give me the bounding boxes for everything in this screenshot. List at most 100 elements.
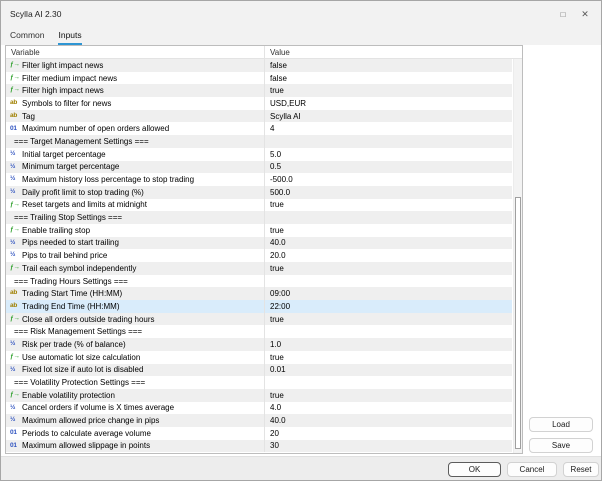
table-row[interactable]: 01 Periods to calculate average volume 20 bbox=[6, 426, 512, 440]
ok-button[interactable]: OK bbox=[448, 462, 501, 477]
row-variable-label: Pips needed to start trailing bbox=[22, 238, 119, 248]
row-value[interactable]: 4.0 bbox=[265, 403, 512, 412]
row-value[interactable]: 500.0 bbox=[265, 188, 512, 197]
row-value[interactable]: 20.0 bbox=[265, 251, 512, 260]
close-icon[interactable]: ✕ bbox=[577, 6, 593, 22]
row-value[interactable]: false bbox=[265, 61, 512, 70]
title-bar: Scylla AI 2.30 □ ✕ bbox=[1, 1, 601, 27]
table-row[interactable]: ½ Risk per trade (% of balance) 1.0 bbox=[6, 338, 512, 351]
string-input-icon: ab bbox=[10, 302, 17, 310]
row-value[interactable]: true bbox=[265, 86, 512, 95]
row-value[interactable]: 0.5 bbox=[265, 162, 512, 171]
row-value[interactable]: true bbox=[265, 226, 512, 235]
bool-input-icon: ƒ→ bbox=[10, 264, 20, 272]
bool-input-icon: ƒ→ bbox=[10, 61, 20, 69]
table-row[interactable]: ab Trading Start Time (HH:MM) 09:00 bbox=[6, 287, 512, 301]
double-input-icon: ½ bbox=[10, 187, 16, 195]
row-value[interactable]: USD,EUR bbox=[265, 99, 512, 108]
tab-common[interactable]: Common bbox=[10, 30, 44, 45]
cancel-button[interactable]: Cancel bbox=[507, 462, 557, 477]
row-variable: ƒ→ Filter light impact news bbox=[6, 59, 265, 72]
load-button[interactable]: Load bbox=[529, 417, 593, 432]
row-value[interactable]: 09:00 bbox=[265, 289, 512, 298]
table-row[interactable]: ab Tag Scylla AI bbox=[6, 109, 512, 123]
row-variable-label: Initial target percentage bbox=[22, 149, 106, 159]
row-variable-label: Periods to calculate average volume bbox=[22, 428, 151, 438]
row-value[interactable]: Scylla AI bbox=[265, 112, 512, 121]
row-variable-label: Pips to trail behind price bbox=[22, 251, 108, 261]
section-row[interactable]: === Trailing Stop Settings === bbox=[6, 211, 512, 224]
table-row[interactable]: ½ Pips to trail behind price 20.0 bbox=[6, 249, 512, 262]
row-variable-label: === Target Management Settings === bbox=[14, 136, 149, 146]
table-row[interactable]: ab Trading End Time (HH:MM) 22:00 bbox=[6, 300, 512, 313]
row-value[interactable]: false bbox=[265, 74, 512, 83]
variable-column-header[interactable]: Variable bbox=[6, 46, 265, 58]
table-row[interactable]: ƒ→ Enable trailing stop true bbox=[6, 223, 512, 237]
row-variable: ƒ→ Use automatic lot size calculation bbox=[6, 350, 265, 364]
row-value[interactable]: 40.0 bbox=[265, 416, 512, 425]
row-variable: ½ Risk per trade (% of balance) bbox=[6, 338, 265, 351]
int-input-icon: 01 bbox=[10, 429, 17, 437]
table-row[interactable]: ƒ→ Filter high impact news true bbox=[6, 84, 512, 98]
row-variable-label: Maximum number of open orders allowed bbox=[22, 124, 170, 134]
table-row[interactable]: ½ Daily profit limit to stop trading (%) 5… bbox=[6, 185, 512, 199]
section-row[interactable]: === Volatility Protection Settings === bbox=[6, 376, 512, 389]
table-row[interactable]: ƒ→ Close all orders outside trading hours… bbox=[6, 312, 512, 326]
save-button[interactable]: Save bbox=[529, 438, 593, 453]
section-row[interactable]: === Risk Management Settings === bbox=[6, 325, 512, 339]
value-column-header[interactable]: Value bbox=[265, 48, 522, 57]
table-row[interactable]: ½ Minimum target percentage 0.5 bbox=[6, 160, 512, 174]
row-value[interactable]: 4 bbox=[265, 124, 512, 133]
double-input-icon: ½ bbox=[10, 416, 16, 424]
table-row[interactable]: ƒ→ Use automatic lot size calculation true bbox=[6, 350, 512, 364]
section-row[interactable]: === Target Management Settings === bbox=[6, 135, 512, 148]
table-row[interactable]: ½ Maximum allowed price change in pips 40.… bbox=[6, 414, 512, 427]
table-row[interactable]: ƒ→ Enable volatility protection true bbox=[6, 388, 512, 402]
row-value[interactable]: true bbox=[265, 200, 512, 209]
table-row[interactable]: ½ Cancel orders if volume is X times aver… bbox=[6, 401, 512, 415]
string-input-icon: ab bbox=[10, 289, 17, 297]
maximize-icon[interactable]: □ bbox=[555, 6, 571, 22]
row-variable: ½ Pips needed to start trailing bbox=[6, 236, 265, 250]
row-value[interactable]: true bbox=[265, 315, 512, 324]
row-value[interactable]: 20 bbox=[265, 429, 512, 438]
row-variable: ½ Minimum target percentage bbox=[6, 160, 265, 174]
row-variable: ½ Fixed lot size if auto lot is disabled bbox=[6, 363, 265, 377]
int-input-icon: 01 bbox=[10, 124, 17, 132]
row-value[interactable]: true bbox=[265, 264, 512, 273]
table-row[interactable]: ½ Pips needed to start trailing 40.0 bbox=[6, 236, 512, 250]
section-row[interactable]: === Trading Hours Settings === bbox=[6, 274, 512, 288]
bool-input-icon: ƒ→ bbox=[10, 86, 20, 94]
table-row[interactable]: ½ Fixed lot size if auto lot is disabled 0… bbox=[6, 363, 512, 377]
table-row[interactable]: ƒ→ Filter light impact news false bbox=[6, 59, 512, 72]
row-value[interactable]: 40.0 bbox=[265, 238, 512, 247]
table-scrollbar[interactable] bbox=[513, 59, 522, 453]
row-variable-label: === Trailing Stop Settings === bbox=[14, 213, 123, 223]
row-variable: 01 Maximum allowed slippage in points bbox=[6, 439, 265, 453]
table-row[interactable]: ab Symbols to filter for news USD,EUR bbox=[6, 97, 512, 110]
table-row[interactable]: ƒ→ Filter medium impact news false bbox=[6, 71, 512, 85]
tab-inputs[interactable]: Inputs bbox=[58, 30, 82, 45]
row-value[interactable]: true bbox=[265, 353, 512, 362]
row-variable: === Risk Management Settings === bbox=[6, 325, 265, 339]
row-variable: === Trailing Stop Settings === bbox=[6, 211, 265, 224]
row-value[interactable]: 30 bbox=[265, 441, 512, 450]
row-value[interactable]: 0.01 bbox=[265, 365, 512, 374]
table-row[interactable]: 01 Maximum allowed slippage in points 30 bbox=[6, 439, 512, 453]
row-value[interactable]: 5.0 bbox=[265, 150, 512, 159]
row-value[interactable]: 1.0 bbox=[265, 340, 512, 349]
row-variable-label: Daily profit limit to stop trading (%) bbox=[22, 187, 144, 197]
row-value[interactable]: -500.0 bbox=[265, 175, 512, 184]
row-variable: ½ Daily profit limit to stop trading (%) bbox=[6, 185, 265, 199]
row-value[interactable]: 22:00 bbox=[265, 302, 512, 311]
reset-button[interactable]: Reset bbox=[563, 462, 599, 477]
row-variable-label: Filter light impact news bbox=[22, 60, 104, 70]
table-row[interactable]: ƒ→ Trail each symbol independently true bbox=[6, 262, 512, 275]
row-variable-label: === Volatility Protection Settings === bbox=[14, 378, 146, 388]
table-row[interactable]: ½ Initial target percentage 5.0 bbox=[6, 147, 512, 161]
table-row[interactable]: ƒ→ Reset targets and limits at midnight tr… bbox=[6, 198, 512, 212]
scrollbar-thumb[interactable] bbox=[515, 196, 521, 450]
table-row[interactable]: ½ Maximum history loss percentage to stop… bbox=[6, 173, 512, 186]
row-value[interactable]: true bbox=[265, 391, 512, 400]
table-row[interactable]: 01 Maximum number of open orders allowed 4 bbox=[6, 122, 512, 136]
